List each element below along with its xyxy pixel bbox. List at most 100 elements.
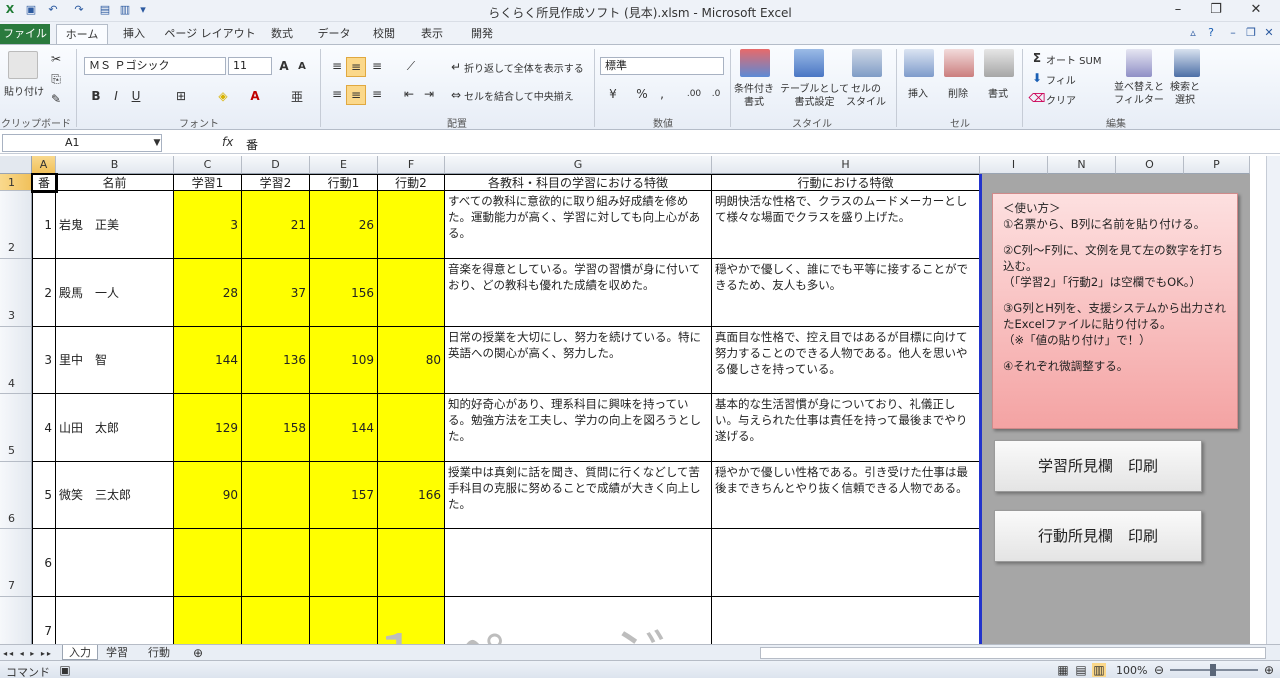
- name-cell[interactable]: 山田 太郎: [56, 394, 174, 462]
- number-cell[interactable]: 7: [32, 597, 56, 644]
- increase-decimal-icon[interactable]: .00: [684, 85, 704, 103]
- horizontal-scrollbar[interactable]: [760, 647, 1266, 659]
- study-comment-cell[interactable]: 日常の授業を大切にし、努力を続けている。特に英語への関心が高く、努力した。: [445, 327, 712, 394]
- delete-cells-icon[interactable]: [944, 49, 974, 77]
- tab-data[interactable]: データ: [314, 24, 354, 44]
- behavior-comment-cell[interactable]: 基本的な生活習慣が身についており、礼儀正しい。与えられた仕事は責任を持って最後ま…: [712, 394, 980, 462]
- study2-cell[interactable]: 21: [242, 191, 310, 259]
- currency-format-icon[interactable]: ¥: [602, 85, 624, 103]
- number-format-select[interactable]: 標準: [600, 57, 724, 75]
- tab-insert[interactable]: 挿入: [114, 24, 154, 44]
- number-cell[interactable]: 2: [32, 259, 56, 327]
- behavior1-cell[interactable]: 157: [310, 462, 378, 529]
- autosum-button[interactable]: オート SUM: [1046, 52, 1101, 67]
- study-comment-cell[interactable]: 知的好奇心があり、理系科目に興味を持っている。勉強方法を工夫し、学力の向上を図ろ…: [445, 394, 712, 462]
- number-cell[interactable]: 4: [32, 394, 56, 462]
- zoom-out-icon[interactable]: ⊖: [1152, 663, 1166, 677]
- number-cell[interactable]: 3: [32, 327, 56, 394]
- row-header[interactable]: 8: [0, 597, 32, 644]
- paste-button-label[interactable]: 貼り付け: [4, 83, 44, 98]
- study1-cell[interactable]: 3: [174, 191, 242, 259]
- format-as-table-icon[interactable]: [794, 49, 824, 77]
- macro-record-icon[interactable]: ▣: [58, 663, 72, 677]
- sheet-tab-behavior[interactable]: 行動: [142, 645, 176, 660]
- decrease-indent-icon[interactable]: ⇤: [400, 85, 418, 103]
- behavior-comment-cell[interactable]: 穏やかで優しい性格である。引き受けた仕事は最後まできちんとやり抜く信頼できる人物…: [712, 462, 980, 529]
- copy-icon[interactable]: ⎘: [48, 71, 64, 87]
- name-cell[interactable]: 里中 智: [56, 327, 174, 394]
- study1-cell[interactable]: [174, 529, 242, 597]
- behavior-comment-cell[interactable]: 穏やかで優しく、誰にでも平等に接することができるため、友人も多い。: [712, 259, 980, 327]
- sort-filter-button[interactable]: 並べ替えと フィルター: [1114, 81, 1164, 107]
- study-comment-cell[interactable]: 授業中は真剣に話を聞き、質問に行くなどして苦手科目の克服に努めることで成績が大き…: [445, 462, 712, 529]
- print-study-button[interactable]: 学習所見欄 印刷: [994, 440, 1202, 492]
- study2-cell[interactable]: [242, 462, 310, 529]
- zoom-slider-thumb[interactable]: [1210, 664, 1216, 676]
- column-header[interactable]: E: [310, 156, 378, 174]
- row-header[interactable]: 2: [0, 191, 32, 259]
- row-header[interactable]: 3: [0, 259, 32, 327]
- vertical-scrollbar[interactable]: [1266, 156, 1280, 644]
- zoom-level[interactable]: 100%: [1116, 664, 1147, 677]
- sort-filter-icon[interactable]: [1126, 49, 1152, 77]
- percent-icon[interactable]: %: [634, 85, 650, 103]
- behavior2-cell[interactable]: [378, 259, 445, 327]
- print-behavior-button[interactable]: 行動所見欄 印刷: [994, 510, 1202, 562]
- column-header[interactable]: A: [32, 156, 56, 174]
- formula-content[interactable]: 番: [246, 136, 258, 153]
- column-header[interactable]: D: [242, 156, 310, 174]
- insert-sheet-icon[interactable]: ⊕: [188, 645, 208, 660]
- behavior-comment-cell[interactable]: 明朗快活な性格で、クラスのムードメーカーとして様々な場面でクラスを盛り上げた。: [712, 191, 980, 259]
- fill-color-icon[interactable]: ◈: [214, 87, 232, 105]
- header-cell[interactable]: 各教科・科目の学習における特徴: [445, 174, 712, 191]
- sheet-tab-input[interactable]: 入力: [62, 645, 98, 660]
- tab-formulas[interactable]: 数式: [262, 24, 302, 44]
- header-cell[interactable]: 学習2: [242, 174, 310, 191]
- tab-home[interactable]: ホーム: [56, 24, 108, 44]
- tab-file[interactable]: ファイル: [0, 24, 50, 44]
- page-layout-view-icon[interactable]: ▤: [1074, 663, 1088, 677]
- study2-cell[interactable]: 37: [242, 259, 310, 327]
- insert-function-icon[interactable]: fx: [222, 135, 233, 149]
- name-box[interactable]: A1: [2, 134, 162, 152]
- behavior-comment-cell[interactable]: [712, 597, 980, 644]
- close-button[interactable]: ✕: [1244, 2, 1268, 18]
- sheet-tab-study[interactable]: 学習: [100, 645, 134, 660]
- workbook-close-icon[interactable]: ✕: [1262, 26, 1276, 40]
- merge-center-icon[interactable]: ⇔: [448, 87, 464, 103]
- tab-developer[interactable]: 開発: [462, 24, 502, 44]
- sheet-nav-icon[interactable]: ◂◂ ◂ ▸ ▸▸: [2, 646, 54, 660]
- column-header[interactable]: C: [174, 156, 242, 174]
- tab-review[interactable]: 校閲: [364, 24, 404, 44]
- align-bottom-icon[interactable]: ≡: [368, 57, 386, 75]
- behavior1-cell[interactable]: 26: [310, 191, 378, 259]
- comma-style-icon[interactable]: ,: [654, 85, 670, 103]
- clear-button[interactable]: クリア: [1046, 92, 1076, 107]
- format-as-table-button[interactable]: テーブルとして 書式設定: [780, 83, 849, 109]
- name-cell[interactable]: 微笑 三太郎: [56, 462, 174, 529]
- column-header[interactable]: O: [1116, 156, 1184, 174]
- align-left-icon[interactable]: ≡: [328, 85, 346, 103]
- align-middle-icon[interactable]: ≡: [346, 57, 366, 77]
- study2-cell[interactable]: 136: [242, 327, 310, 394]
- conditional-formatting-icon[interactable]: [740, 49, 770, 77]
- increase-indent-icon[interactable]: ⇥: [420, 85, 438, 103]
- row-header[interactable]: 5: [0, 394, 32, 462]
- decrease-decimal-icon[interactable]: .0: [706, 85, 726, 103]
- zoom-in-icon[interactable]: ⊕: [1262, 663, 1276, 677]
- cell-styles-button[interactable]: セルの スタイル: [846, 83, 886, 109]
- column-header[interactable]: H: [712, 156, 980, 174]
- name-cell[interactable]: [56, 597, 174, 644]
- header-cell[interactable]: 行動1: [310, 174, 378, 191]
- name-box-dropdown-icon[interactable]: ▼: [152, 135, 162, 151]
- align-right-icon[interactable]: ≡: [368, 85, 386, 103]
- wrap-text-icon[interactable]: ↵: [448, 59, 464, 75]
- behavior2-cell[interactable]: 166: [378, 462, 445, 529]
- study-comment-cell[interactable]: [445, 529, 712, 597]
- study-comment-cell[interactable]: 音楽を得意としている。学習の習慣が身に付いており、どの教科も優れた成績を収めた。: [445, 259, 712, 327]
- format-painter-icon[interactable]: ✎: [48, 91, 64, 107]
- page-break-view-icon[interactable]: ▥: [1092, 663, 1106, 677]
- column-header[interactable]: G: [445, 156, 712, 174]
- paste-icon[interactable]: [8, 51, 38, 79]
- merge-center-button[interactable]: セルを結合して中央揃え: [464, 88, 574, 103]
